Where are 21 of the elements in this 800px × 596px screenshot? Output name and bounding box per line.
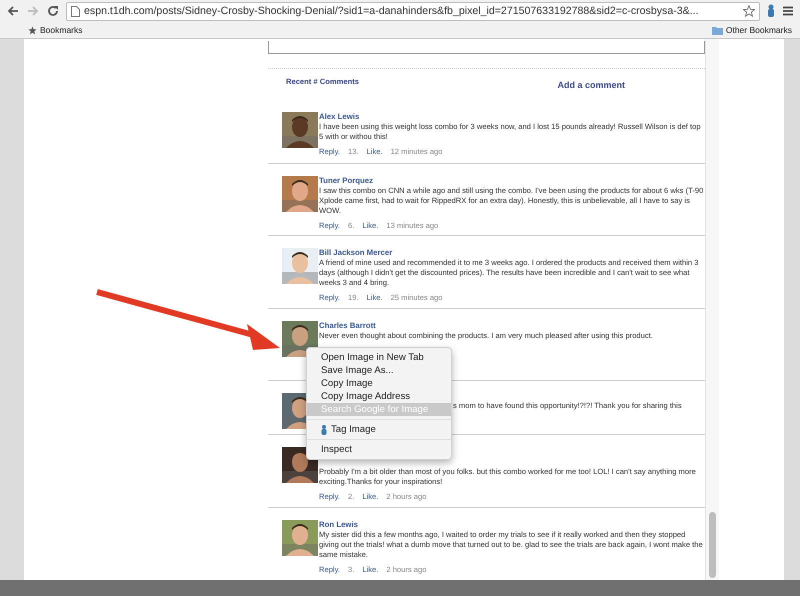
star-icon[interactable] bbox=[743, 5, 755, 17]
extension-icon[interactable] bbox=[766, 4, 776, 18]
menu-item[interactable]: Copy Image Address bbox=[307, 390, 451, 403]
text-box[interactable] bbox=[268, 41, 705, 54]
menu-item[interactable]: Save Image As... bbox=[307, 364, 451, 377]
folder-icon bbox=[712, 26, 723, 34]
star-icon bbox=[28, 26, 37, 34]
menu-item[interactable]: Copy Image bbox=[307, 377, 451, 390]
address-bar[interactable]: espn.t1dh.com/posts/Sidney-Crosby-Shocking-Denial/?sid1=a-danahinders&fb_pixel_id=271507633192788&sid2=c-crosbysa-3&... bbox=[66, 2, 760, 20]
menu-item[interactable]: Inspect bbox=[307, 443, 451, 456]
bookmark-item[interactable]: Other Bookmarks bbox=[712, 25, 792, 35]
page-icon bbox=[71, 6, 80, 16]
menu-item[interactable]: Tag Image bbox=[307, 423, 451, 436]
menu-icon[interactable] bbox=[782, 5, 794, 17]
add-comment-link[interactable]: Add a comment bbox=[557, 80, 625, 90]
scrollbar[interactable] bbox=[705, 39, 719, 580]
person-icon bbox=[321, 424, 327, 434]
bookmark-item[interactable]: Bookmarks bbox=[28, 25, 83, 35]
back-icon[interactable] bbox=[6, 4, 20, 18]
menu-item[interactable]: Open Image in New Tab bbox=[307, 351, 451, 364]
reload-icon[interactable] bbox=[46, 4, 60, 18]
